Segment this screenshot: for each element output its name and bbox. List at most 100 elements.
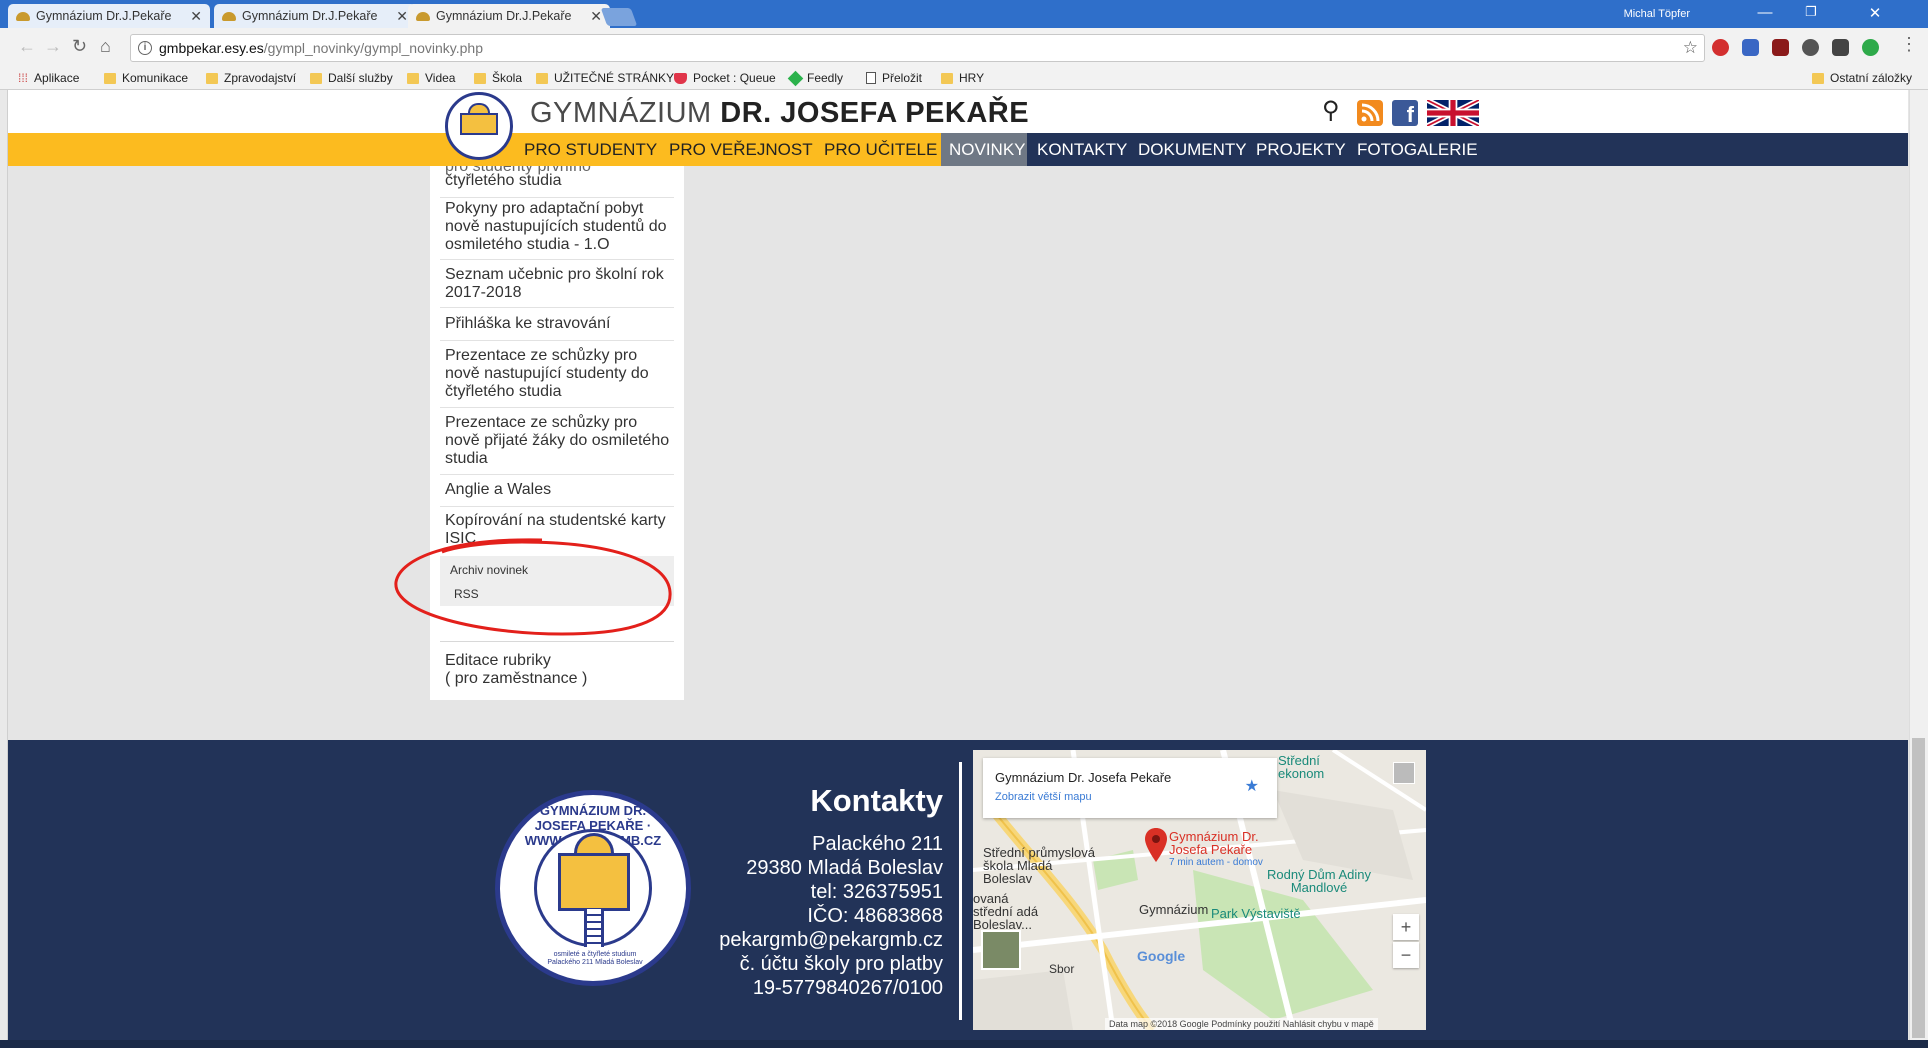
menu-icon[interactable]: ⋮	[1900, 34, 1918, 55]
home-icon[interactable]: ⌂	[100, 36, 111, 57]
map-pin-label: Gymnázium Dr. Josefa Pekaře	[1169, 829, 1259, 857]
map-label: Gymnázium	[1139, 902, 1209, 917]
rss-icon[interactable]	[1357, 100, 1383, 126]
map-label: Střední ekonom	[1278, 753, 1325, 781]
reload-icon[interactable]: ↻	[72, 36, 87, 57]
zoom-out-button[interactable]: −	[1393, 942, 1419, 968]
bookmark-folder[interactable]: HRY	[941, 71, 984, 85]
bookmark-label: UŽITEČNÉ STRÁNKY	[554, 71, 675, 85]
sidebar-item[interactable]: Pokyny pro adaptační pobyt nově nastupuj…	[440, 200, 674, 260]
zoom-in-button[interactable]: +	[1393, 914, 1419, 940]
map-pin-icon[interactable]	[1145, 828, 1167, 862]
sidebar-divider	[440, 641, 674, 642]
bookmark-folder[interactable]: Videa	[407, 71, 455, 85]
contacts-title: Kontakty	[810, 783, 943, 818]
extension-icon[interactable]	[1802, 39, 1819, 56]
address-bar[interactable]: i gmbpekar.esy.es/gympl_novinky/gympl_no…	[130, 34, 1705, 62]
restore-icon[interactable]: ❐	[1788, 4, 1834, 20]
minimize-icon[interactable]: —	[1742, 4, 1788, 21]
nav-pro-verejnost[interactable]: PRO VEŘEJNOST	[669, 140, 813, 160]
edit-section-link[interactable]: Editace rubriky ( pro zaměstnance )	[440, 646, 674, 692]
close-tab-icon[interactable]: ✕	[590, 8, 602, 25]
bookmark-feedly[interactable]: Feedly	[787, 70, 844, 86]
nav-kontakty[interactable]: KONTAKTY	[1037, 140, 1127, 160]
nav-pro-ucitele[interactable]: PRO UČITELE	[824, 140, 937, 160]
bookmark-label: Videa	[425, 71, 456, 85]
browser-tab[interactable]: Gymnázium Dr.J.Pekaře ✕	[214, 4, 416, 28]
forward-icon[interactable]: →	[44, 36, 62, 57]
bookmark-label: Feedly	[807, 71, 844, 85]
nav-novinky[interactable]: NOVINKY	[949, 140, 1026, 160]
pocket-extension-icon[interactable]	[1832, 39, 1849, 56]
contact-email[interactable]: pekargmb@pekargmb.cz	[719, 928, 943, 952]
scrollbar-thumb[interactable]	[1912, 738, 1925, 1038]
mail-checker-icon[interactable]	[1742, 39, 1759, 56]
site-title[interactable]: GYMNÁZIUM DR. JOSEFA PEKAŘE	[530, 97, 1029, 130]
profile-name[interactable]: Michal Töpfer	[1624, 8, 1690, 20]
bookmark-folder[interactable]: Komunikace	[104, 71, 188, 85]
nav-dokumenty[interactable]: DOKUMENTY	[1138, 140, 1247, 160]
apps-grid-icon: ⁞⁞⁞	[18, 71, 29, 85]
title-light: GYMNÁZIUM	[530, 97, 712, 129]
bookmark-apps[interactable]: ⁞⁞⁞ Aplikace	[18, 71, 79, 85]
english-flag-icon[interactable]	[1425, 97, 1481, 129]
bookmark-folder[interactable]: Další služby	[310, 71, 393, 85]
contact-ico: IČO: 48683868	[807, 905, 943, 927]
red-annotation-circle	[394, 538, 672, 636]
site-footer	[8, 740, 1908, 1048]
sidebar-item[interactable]: Prezentace ze schůzky pro nově nastupují…	[440, 347, 674, 408]
close-tab-icon[interactable]: ✕	[190, 8, 202, 25]
sidebar-item[interactable]: Seznam učebnic pro školní rok 2017-2018	[440, 266, 674, 308]
map-attribution: Data map ©2018 Google Podmínky použití N…	[1105, 1018, 1378, 1030]
bookmark-folder[interactable]: Škola	[474, 71, 522, 85]
tab-title: Gymnázium Dr.J.Pekaře	[436, 9, 572, 23]
nav-fotogalerie[interactable]: FOTOGALERIE	[1357, 140, 1478, 160]
school-favicon-icon	[16, 11, 30, 21]
folder-icon	[206, 72, 218, 84]
sidebar-item[interactable]: Prezentace ze schůzky pro nově přijaté ž…	[440, 414, 674, 475]
bookmark-folder[interactable]: UŽITEČNÉ STRÁNKY	[536, 71, 674, 85]
save-star-icon[interactable]: ★	[1245, 776, 1259, 796]
map-avatar-icon[interactable]	[1393, 762, 1415, 784]
nav-projekty[interactable]: PROJEKTY	[1256, 140, 1346, 160]
nav-pro-studenty[interactable]: PRO STUDENTY	[524, 140, 657, 160]
folder-icon	[536, 72, 548, 84]
school-logo[interactable]	[445, 92, 513, 160]
facebook-icon[interactable]: f	[1392, 100, 1418, 127]
bookmarks-bar: ⁞⁞⁞ Aplikace Komunikace Zpravodajství Dal…	[0, 66, 1928, 90]
sidebar-item[interactable]: Přihláška ke stravování	[440, 315, 674, 341]
contact-account-label: č. účtu školy pro platby	[739, 953, 943, 975]
close-window-icon[interactable]: ✕	[1852, 4, 1898, 22]
url-domain: gmbpekar.esy.es	[159, 40, 264, 56]
contact-account-number: 19-5779840267/0100	[752, 977, 943, 999]
pocket-icon	[674, 72, 687, 84]
new-tab-button[interactable]	[600, 8, 638, 26]
browser-tab-active[interactable]: Gymnázium Dr.J.Pekaře ✕	[408, 4, 610, 28]
feedly-extension-icon[interactable]	[1862, 39, 1879, 56]
folder-icon	[1812, 72, 1824, 84]
close-tab-icon[interactable]: ✕	[396, 8, 408, 25]
extension-icon[interactable]	[1712, 39, 1729, 56]
search-icon[interactable]: ⚲	[1322, 96, 1340, 125]
bookmark-folder[interactable]: Zpravodajství	[206, 71, 296, 85]
map-label: Park Výstaviště	[1211, 906, 1301, 921]
title-bold: DR. JOSEFA PEKAŘE	[720, 97, 1030, 129]
bookmark-translate[interactable]: Přeložit	[866, 71, 922, 85]
site-info-icon[interactable]: i	[138, 41, 152, 55]
bookmark-star-icon[interactable]: ☆	[1683, 38, 1698, 58]
bookmark-label: Další služby	[328, 71, 393, 85]
sidebar-item[interactable]: čtyřletého studia	[440, 172, 674, 198]
satellite-toggle-icon[interactable]	[981, 930, 1021, 970]
bookmark-pocket[interactable]: Pocket : Queue	[674, 71, 776, 85]
other-bookmarks[interactable]: Ostatní záložky	[1812, 71, 1912, 85]
ublock-icon[interactable]	[1772, 39, 1789, 56]
footer-divider	[959, 762, 962, 1020]
sidebar-item[interactable]: Anglie a Wales	[440, 481, 674, 507]
contact-city: 29380 Mladá Boleslav	[746, 857, 943, 879]
google-map[interactable]: Gymnázium Dr. Josefa Pekaře Zobrazit vět…	[973, 750, 1426, 1030]
bookmark-label: Pocket : Queue	[693, 71, 776, 85]
back-icon[interactable]: ←	[18, 36, 36, 57]
map-larger-link[interactable]: Zobrazit větší mapu	[995, 791, 1265, 803]
browser-tab[interactable]: Gymnázium Dr.J.Pekaře ✕	[8, 4, 210, 28]
bookmark-label: Škola	[492, 71, 523, 85]
